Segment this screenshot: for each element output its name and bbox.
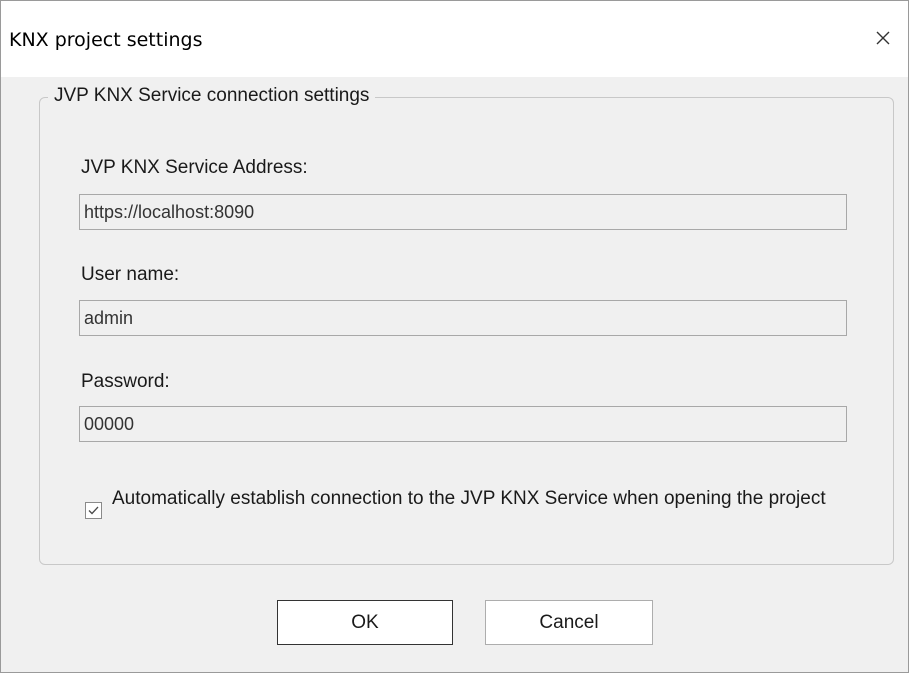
ok-button-label: OK [351,611,379,633]
cancel-button-label: Cancel [539,611,599,633]
close-icon [876,31,890,45]
address-input[interactable] [79,194,847,230]
username-label: User name: [81,264,180,285]
dialog-title: KNX project settings [9,29,203,51]
password-input[interactable] [79,406,847,442]
title-bar: KNX project settings [1,1,908,77]
close-button[interactable] [868,23,898,53]
cancel-button[interactable]: Cancel [485,600,653,645]
checkmark-icon [88,506,99,515]
auto-connect-label: Automatically establish connection to th… [112,488,826,509]
auto-connect-checkbox[interactable] [85,502,102,519]
address-label: JVP KNX Service Address: [81,157,308,178]
password-label: Password: [81,371,170,392]
ok-button[interactable]: OK [277,600,453,645]
group-legend: JVP KNX Service connection settings [48,85,376,107]
settings-dialog: KNX project settings JVP KNX Service con… [0,0,909,673]
username-input[interactable] [79,300,847,336]
